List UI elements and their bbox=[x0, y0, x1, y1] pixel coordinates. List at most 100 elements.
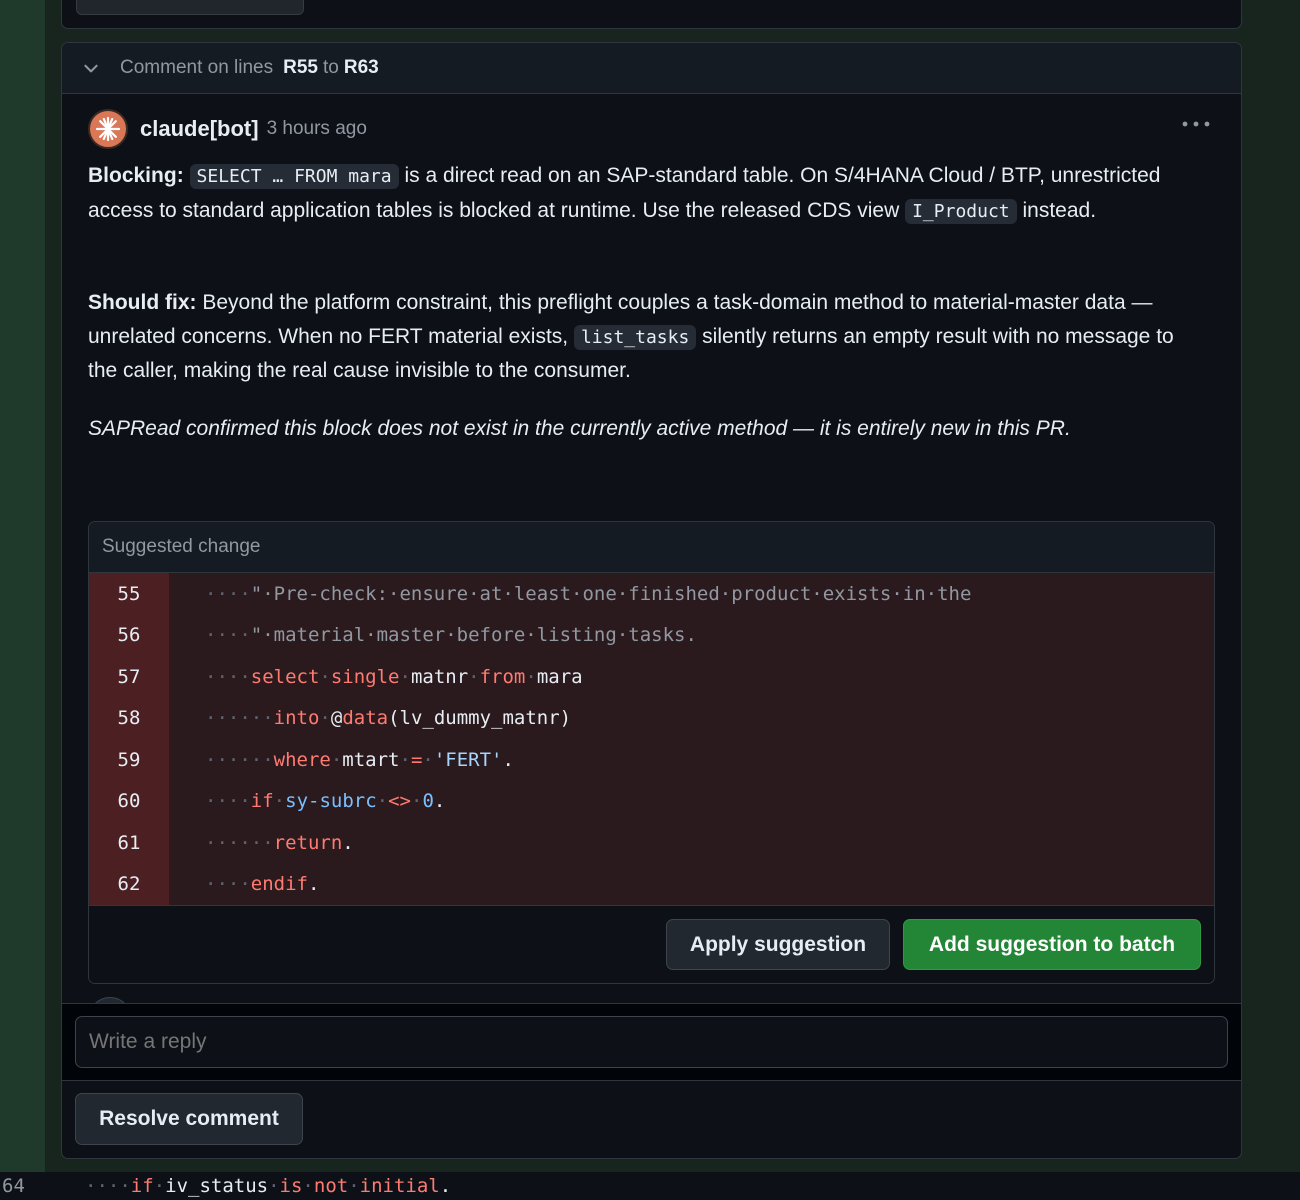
code-token: . bbox=[433, 790, 446, 813]
comment-timestamp[interactable]: 3 hours ago bbox=[267, 118, 367, 140]
comment-paragraph-should-fix: Should fix: Beyond the platform constrai… bbox=[88, 291, 1174, 382]
code-token: ···· bbox=[205, 665, 251, 688]
code-token: · bbox=[525, 665, 537, 688]
suggestion-line: 61 ······return. bbox=[89, 822, 1214, 864]
code-token: · bbox=[268, 1175, 280, 1197]
add-to-batch-button[interactable]: Add suggestion to batch bbox=[903, 919, 1201, 970]
line-number[interactable]: 60 bbox=[89, 780, 169, 823]
code-line: ······where·mtart·=·'FERT'. bbox=[169, 749, 514, 771]
author-name[interactable]: claude[bot] bbox=[140, 116, 259, 142]
suggestion-actions: Apply suggestion Add suggestion to batch bbox=[89, 905, 1214, 983]
code-token: 0 bbox=[422, 790, 434, 813]
code-token: · bbox=[399, 748, 411, 771]
code-token: if bbox=[250, 790, 274, 813]
code-token: is bbox=[279, 1175, 303, 1197]
code-token: · bbox=[348, 1175, 360, 1197]
comment-paragraph-blocking: Blocking: SELECT … FROM mara is a direct… bbox=[88, 164, 1161, 224]
code-token: · bbox=[399, 665, 411, 688]
code-token: return bbox=[273, 831, 343, 854]
code-token: · bbox=[273, 790, 286, 813]
suggestion-code: 55 ····"·Pre-check:·ensure·at·least·one·f… bbox=[89, 573, 1214, 906]
label-should-fix: Should fix bbox=[88, 291, 190, 314]
author-row: claude[bot] 3 hours ago bbox=[88, 109, 367, 149]
line-number[interactable]: 62 bbox=[89, 863, 169, 906]
suggested-change: Suggested change 55 ····"·Pre-check:·ensu… bbox=[88, 521, 1215, 984]
inline-code: list_tasks bbox=[573, 324, 697, 350]
code-line: ····"·material·master·before·listing·tas… bbox=[169, 624, 697, 646]
code-token: "·Pre-check:·ensure·at·least·one·finishe… bbox=[250, 582, 972, 605]
code-token: ······ bbox=[205, 707, 274, 730]
resolve-comment-button[interactable]: Resolve comment bbox=[75, 1093, 303, 1145]
code-token: endif bbox=[250, 873, 308, 896]
code-token: . bbox=[439, 1175, 452, 1197]
line-number[interactable]: 61 bbox=[89, 822, 169, 864]
line-number[interactable]: 58 bbox=[89, 697, 169, 740]
code-token: = bbox=[410, 748, 423, 771]
code-token: into bbox=[273, 707, 320, 730]
code-token: ···· bbox=[205, 582, 251, 605]
line-number[interactable]: 57 bbox=[89, 656, 169, 698]
code-line: ····if·sy-subrc·<>·0. bbox=[169, 790, 445, 812]
code-token: · bbox=[410, 790, 423, 813]
suggestion-line: 60 ····if·sy-subrc·<>·0. bbox=[89, 780, 1214, 823]
line-start: R55 bbox=[283, 57, 318, 78]
code-token: mtart bbox=[342, 748, 400, 771]
line-number[interactable]: 55 bbox=[89, 573, 169, 615]
code-token: · bbox=[302, 1175, 314, 1197]
code-token: matnr bbox=[410, 665, 469, 688]
code-token: not bbox=[313, 1175, 349, 1197]
code-token: where bbox=[273, 748, 331, 771]
previous-resolve-button[interactable] bbox=[76, 0, 304, 15]
header-to: to bbox=[322, 57, 339, 78]
kebab-menu-icon[interactable] bbox=[1181, 119, 1211, 129]
suggestion-line: 58 ······into·@data(lv_dummy_matnr) bbox=[89, 697, 1214, 740]
code-token: sy-subrc bbox=[285, 790, 377, 813]
diff-gutter bbox=[0, 0, 45, 1172]
comment-body: claude[bot] 3 hours ago Blocking: SELECT… bbox=[62, 94, 1241, 1041]
inline-code: I_Product bbox=[905, 198, 1017, 224]
code-line: ······return. bbox=[169, 832, 354, 854]
code-line: ····if·iv_status·is·not·initial. bbox=[45, 1175, 451, 1197]
code-token: · bbox=[119, 1175, 131, 1197]
code-token: · bbox=[239, 873, 251, 896]
code-token: ······ bbox=[205, 748, 274, 771]
avatar[interactable] bbox=[88, 109, 128, 149]
suggestion-line: 62 ····endif. bbox=[89, 863, 1214, 906]
code-token: from bbox=[479, 665, 526, 688]
code-line: ····"·Pre-check:·ensure·at·least·one·fin… bbox=[169, 583, 971, 605]
code-token: . bbox=[502, 748, 514, 771]
thread-header[interactable]: Comment on lines R55 to R63 bbox=[62, 43, 1241, 94]
claude-logo-icon bbox=[95, 116, 121, 142]
suggestion-line: 57 ····select·single·matnr·from·mara bbox=[89, 656, 1214, 698]
header-prefix: Comment on lines bbox=[120, 57, 274, 78]
code-token: ··· bbox=[205, 790, 240, 813]
code-token: select bbox=[250, 665, 320, 688]
code-token: ······ bbox=[205, 831, 274, 854]
code-token: (lv_dummy_matnr) bbox=[388, 707, 572, 730]
chevron-down-icon[interactable] bbox=[82, 59, 100, 77]
code-token: ··· bbox=[85, 1175, 120, 1197]
code-token: <> bbox=[388, 790, 411, 813]
code-line: ····select·single·matnr·from·mara bbox=[169, 666, 583, 688]
suggestion-line: 59 ······where·mtart·=·'FERT'. bbox=[89, 739, 1214, 781]
code-token: · bbox=[239, 790, 251, 813]
line-number[interactable]: 56 bbox=[89, 614, 169, 657]
code-token: · bbox=[153, 1175, 166, 1197]
reply-input[interactable] bbox=[75, 1016, 1228, 1068]
code-token: "·material·master·before·listing·tasks. bbox=[250, 624, 697, 647]
code-line: ····endif. bbox=[169, 873, 319, 895]
code-token: . bbox=[307, 873, 320, 896]
reply-area bbox=[62, 1003, 1241, 1081]
apply-suggestion-button[interactable]: Apply suggestion bbox=[666, 919, 890, 970]
line-number[interactable]: 59 bbox=[89, 739, 169, 781]
code-token: · bbox=[376, 790, 389, 813]
code-token: ···· bbox=[205, 624, 251, 647]
line-end: R63 bbox=[343, 57, 379, 78]
code-token: 'FERT' bbox=[433, 748, 503, 771]
code-token: · bbox=[468, 665, 480, 688]
inline-code: SELECT … FROM mara bbox=[189, 164, 399, 189]
suggestion-line: 55 ····"·Pre-check:·ensure·at·least·one·f… bbox=[89, 573, 1214, 615]
line-number[interactable]: 64 bbox=[0, 1175, 45, 1197]
code-token: single bbox=[330, 665, 400, 688]
code-token: initial bbox=[359, 1175, 440, 1197]
